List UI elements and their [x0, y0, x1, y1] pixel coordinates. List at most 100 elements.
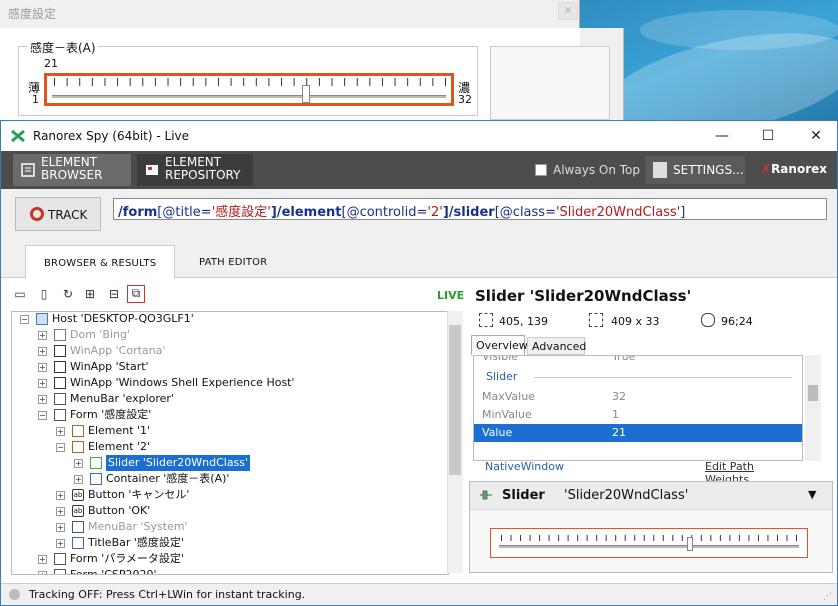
status-bar: Tracking OFF: Press Ctrl+LWin for instan…	[1, 583, 837, 605]
ranorexpath-input[interactable]: /form[@title='感度設定']/element[@controlid=…	[113, 198, 827, 220]
path-seg: @class	[499, 205, 546, 220]
collapse-icon[interactable]: −	[56, 443, 65, 452]
expand-icon[interactable]: +	[38, 555, 47, 564]
tree-scrollbar-thumb[interactable]	[449, 325, 461, 475]
maximize-button[interactable]: ☐	[753, 125, 783, 147]
tree-node-label: MenuBar 'System'	[88, 520, 188, 533]
expand-icon[interactable]: +	[38, 363, 47, 372]
path-row: TRACK /form[@title='感度設定']/element[@cont…	[1, 189, 837, 241]
element-size: 409 x 33	[611, 315, 660, 328]
tree-node-label: WinApp 'Windows Shell Experience Host'	[70, 376, 295, 389]
tree-node[interactable]: + Form 'CSP2020'	[12, 567, 446, 574]
tree-node[interactable]: − Host 'DESKTOP-QO3GLF1'	[12, 312, 446, 327]
element-tree-pane: ▭ ▯ ↻ ⊞ ⊟ ⧉ LIVE − Host 'DESKTOP-QO3GLF1'…	[1, 279, 464, 575]
tree-node[interactable]: + Dom 'Bing'	[12, 327, 446, 343]
property-name: MaxValue	[482, 390, 535, 403]
element-preview-header[interactable]: Slider 'Slider20WndClass' ▼	[470, 482, 832, 510]
chevron-down-icon[interactable]: ▼	[808, 488, 816, 501]
highlight-toggle-icon[interactable]: ⧉	[127, 285, 145, 303]
expand-icon[interactable]: +	[56, 539, 65, 548]
tree-node[interactable]: + WinApp 'Cortana'	[12, 343, 446, 359]
property-grid[interactable]: Visible True Slider MaxValue 32 MinValue…	[473, 355, 803, 461]
add-snapshot-icon[interactable]: ⊟	[107, 287, 121, 301]
tree-node[interactable]: + Container '感度－表(A)'	[12, 471, 446, 487]
expand-icon[interactable]: +	[74, 475, 83, 484]
path-seg: @title	[162, 205, 201, 220]
dialog-right-group	[490, 46, 610, 120]
expand-icon[interactable]: +	[38, 571, 47, 574]
property-row[interactable]: Visible True	[474, 356, 802, 366]
track-button[interactable]: TRACK	[15, 197, 101, 231]
element-metrics: 405, 139 409 x 33 96;24	[475, 313, 835, 331]
resize-grip-icon[interactable]: ⋰	[823, 592, 832, 602]
element-icon	[72, 425, 84, 437]
element-browser-button[interactable]: ELEMENT BROWSER	[13, 154, 131, 186]
preview-slider-track	[499, 545, 799, 548]
property-scrollbar-thumb[interactable]	[808, 385, 818, 401]
element-browser-label-line2: BROWSER	[41, 168, 103, 182]
titlebar-icon	[72, 537, 84, 549]
tree-node[interactable]: + WinApp 'Start'	[12, 359, 446, 375]
tree-node[interactable]: − Element '2'	[12, 439, 446, 455]
tab-path-editor[interactable]: PATH EDITOR	[179, 245, 289, 279]
expand-icon[interactable]: +	[56, 523, 65, 532]
property-row[interactable]: MinValue 1	[474, 406, 802, 424]
element-tree[interactable]: − Host 'DESKTOP-QO3GLF1' + Dom 'Bing' + WinAp…	[11, 311, 449, 575]
tab-browser-results[interactable]: BROWSER & RESULTS	[25, 245, 175, 279]
tree-node[interactable]: + ab Button 'OK'	[12, 503, 446, 519]
ranorex-brand-name: Ranorex	[771, 162, 827, 176]
close-button[interactable]: ✕	[801, 125, 831, 147]
tab-overview[interactable]: Overview	[471, 335, 528, 355]
collapse-icon[interactable]: −	[20, 315, 29, 324]
path-seg: slider	[453, 205, 495, 220]
tree-node[interactable]: + MenuBar 'System'	[12, 519, 446, 535]
property-row-selected[interactable]: Value 21	[474, 424, 802, 442]
button-icon: ab	[72, 489, 84, 501]
always-on-top-label[interactable]: Always On Top	[553, 163, 640, 177]
refresh-icon[interactable]: ↻	[61, 287, 75, 301]
expand-icon[interactable]: +	[38, 379, 47, 388]
collapse-icon[interactable]: −	[38, 411, 47, 420]
tree-node-label: Container '感度－表(A)'	[106, 472, 230, 485]
add-to-repository-icon[interactable]: ⊞	[83, 287, 97, 301]
settings-icon	[653, 162, 667, 178]
tree-node[interactable]: + TitleBar '感度設定'	[12, 535, 446, 551]
expand-icon[interactable]: +	[56, 491, 65, 500]
tree-node[interactable]: + ab Button 'キャンセル'	[12, 487, 446, 503]
settings-button[interactable]: SETTINGS...	[645, 156, 745, 184]
element-role: Slider	[502, 488, 545, 503]
tree-node[interactable]: − Form '感度設定'	[12, 407, 446, 423]
expand-icon[interactable]: +	[38, 347, 47, 356]
always-on-top-checkbox[interactable]	[535, 164, 547, 176]
tree-node[interactable]: + Element '1'	[12, 423, 446, 439]
expand-icon[interactable]: +	[38, 331, 47, 340]
device-icon[interactable]: ▯	[37, 287, 51, 301]
spy-tabs: BROWSER & RESULTS PATH EDITOR	[1, 241, 837, 279]
expand-icon[interactable]: +	[38, 395, 47, 404]
tab-browser-results-label: BROWSER & RESULTS	[44, 258, 157, 269]
element-repository-button[interactable]: ELEMENT REPOSITORY	[137, 154, 253, 186]
tree-node[interactable]: + Form 'パラメータ設定'	[12, 551, 446, 567]
tree-node[interactable]: + MenuBar 'explorer'	[12, 391, 446, 407]
expand-icon[interactable]: +	[74, 459, 83, 468]
tab-advanced[interactable]: Advanced	[527, 337, 586, 355]
property-row[interactable]: MaxValue 32	[474, 388, 802, 406]
dialog-close-button[interactable]: ×	[558, 2, 578, 20]
form-icon	[54, 409, 66, 421]
main-toolbar: ELEMENT BROWSER ELEMENT REPOSITORY Alway…	[1, 151, 837, 189]
menubar-icon	[72, 521, 84, 533]
track-target-icon	[30, 207, 44, 221]
property-scrollbar[interactable]	[805, 355, 821, 461]
path-seg: '2'	[427, 205, 443, 220]
tree-node[interactable]: + Slider 'Slider20WndClass'	[12, 455, 446, 471]
expand-icon[interactable]: +	[56, 427, 65, 436]
monitor-icon[interactable]: ▭	[13, 287, 27, 301]
slider-group-label: 感度－表(A)	[28, 39, 98, 56]
preview-slider-ticks	[501, 535, 797, 541]
minimize-button[interactable]: —	[707, 125, 737, 147]
slider-icon	[480, 490, 492, 500]
details-tabs: Overview Advanced	[471, 335, 811, 355]
expand-icon[interactable]: +	[56, 507, 65, 516]
tree-node[interactable]: + WinApp 'Windows Shell Experience Host'	[12, 375, 446, 391]
tree-node-label: Form '感度設定'	[70, 408, 152, 421]
